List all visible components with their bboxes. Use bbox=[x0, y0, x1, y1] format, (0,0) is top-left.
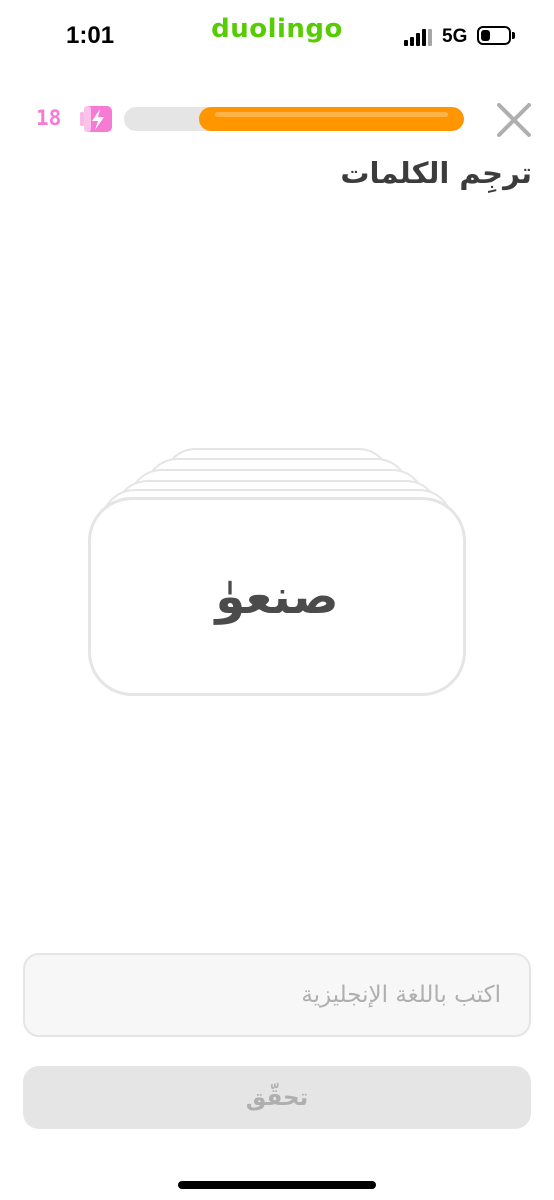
word-card[interactable]: صنعوٰ bbox=[88, 497, 466, 696]
lesson-progress-fill bbox=[198, 107, 464, 131]
home-indicator bbox=[178, 1181, 376, 1189]
lesson-progress-bar bbox=[124, 107, 464, 131]
answer-input[interactable] bbox=[23, 953, 531, 1037]
check-button-label: تحقّق bbox=[245, 1084, 309, 1111]
close-icon bbox=[497, 103, 531, 137]
prompt-title: ترجِم الكلمات bbox=[340, 156, 532, 190]
network-label: 5G bbox=[442, 26, 468, 47]
signal-bars-icon bbox=[404, 26, 436, 46]
close-button[interactable] bbox=[494, 100, 534, 140]
battery-tip bbox=[512, 32, 515, 39]
app-name: duolingo bbox=[211, 14, 343, 44]
word-text: صنعوٰ bbox=[215, 568, 339, 625]
energy-count: 18 bbox=[36, 106, 62, 130]
battery-fill bbox=[481, 30, 490, 41]
check-button[interactable]: تحقّق bbox=[23, 1066, 531, 1129]
battery-icon bbox=[477, 26, 511, 45]
lightning-battery-icon bbox=[80, 104, 114, 134]
